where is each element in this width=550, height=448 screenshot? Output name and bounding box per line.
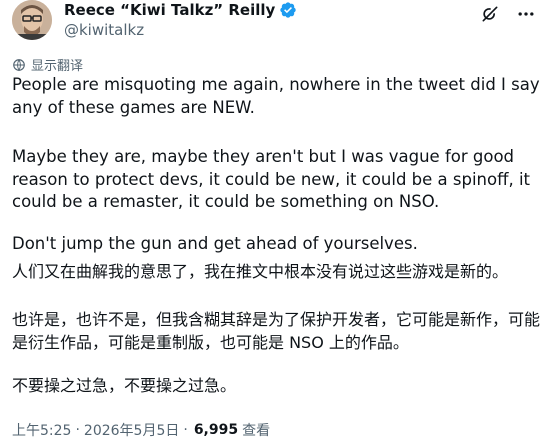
tweet-paragraph-2: Maybe they are, maybe they aren't but I … (12, 147, 536, 211)
meta-separator-2: · (183, 422, 188, 438)
globe-icon (13, 58, 25, 71)
avatar-image (12, 0, 52, 40)
tweet-date[interactable]: 2026年5月5日 (84, 420, 179, 440)
author-handle[interactable]: @kiwitalkz (64, 21, 144, 39)
avatar[interactable] (12, 0, 52, 40)
author-name[interactable]: Reece “Kiwi Talkz” Reilly (64, 1, 275, 19)
meta-separator: · (75, 422, 80, 438)
tweet-paragraph-3: Don't jump the gun and get ahead of your… (12, 234, 418, 253)
tweet-meta: 上午5:25 · 2026年5月5日 · 6,995 查看 (12, 420, 270, 440)
show-translation-link[interactable]: 显示翻译 (12, 55, 83, 74)
translate-label[interactable]: 显示翻译 (31, 55, 83, 74)
tweet-time[interactable]: 上午5:25 (12, 420, 71, 440)
more-icon[interactable] (516, 4, 536, 24)
translated-paragraph-3: 不要操之过急，不要操之过急。 (12, 376, 237, 395)
views-label: 查看 (242, 423, 271, 439)
views-count: 6,995 (193, 422, 239, 438)
tweet-paragraph-1: People are misquoting me again, nowhere … (12, 75, 545, 117)
verified-badge-icon (280, 2, 296, 18)
translated-paragraph-1: 人们又在曲解我的意思了，我在推文中根本没有说过这些游戏是新的。 (12, 262, 509, 281)
grok-icon[interactable] (480, 4, 500, 24)
translated-paragraph-2: 也许是，也许不是，但我含糊其辞是为了保护开发者，它可能是新作，可能是衍生作品，可… (12, 310, 541, 352)
tweet-header: Reece “Kiwi Talkz” Reilly @kiwitalkz (0, 0, 550, 50)
